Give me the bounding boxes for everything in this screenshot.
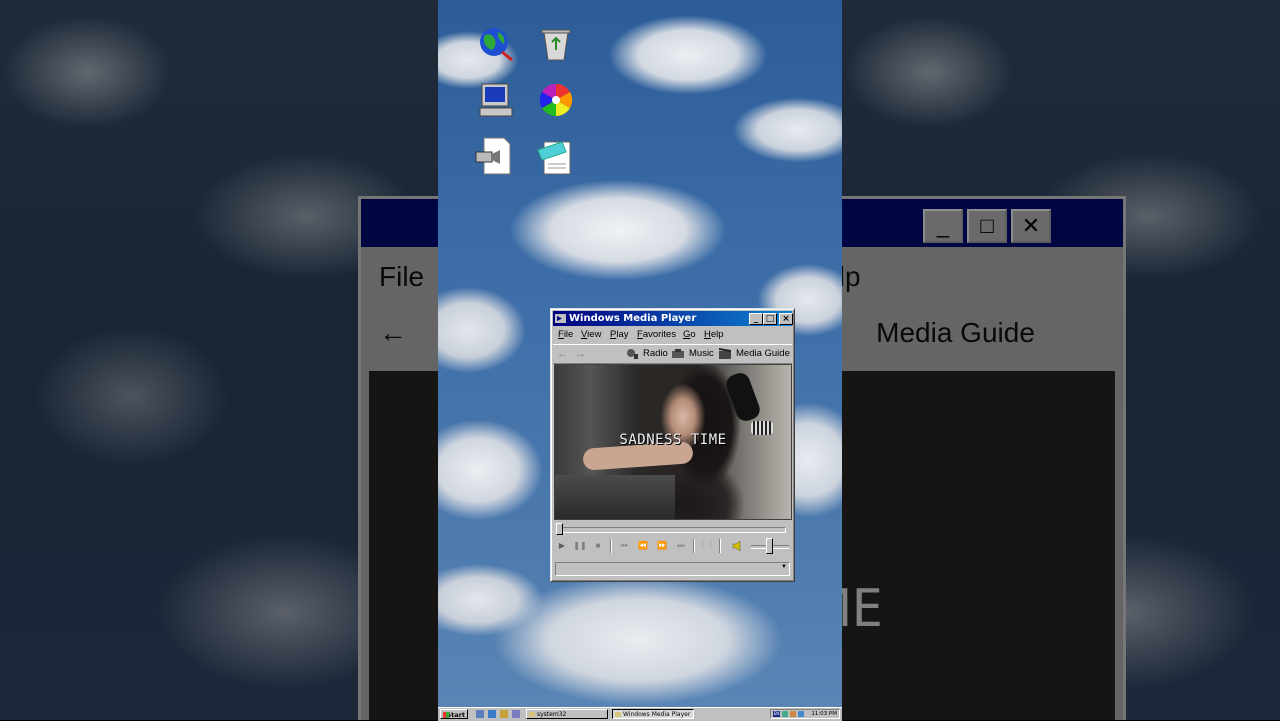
menu-view[interactable]: View	[581, 329, 601, 340]
toolbar: ← → Radio Music Media Guide	[553, 344, 792, 364]
playlist-icon[interactable]: ⋮⋮	[699, 540, 715, 552]
window-title: Windows Media Player	[569, 313, 697, 324]
ghost-media-guide: Media Guide	[876, 317, 1035, 348]
quicklaunch-desktop-icon[interactable]	[476, 710, 484, 718]
menu-file[interactable]: File	[558, 329, 573, 340]
status-bar[interactable]: ▼	[555, 562, 790, 576]
volume-icon[interactable]	[731, 539, 745, 553]
ghost-titlebar-left	[361, 199, 438, 247]
maximize-button[interactable]: □	[763, 313, 777, 325]
ghost-window-left: File ←	[358, 196, 438, 720]
fast-forward-button[interactable]: ⏩	[655, 540, 669, 552]
ghost-maximize-icon: □	[967, 209, 1007, 243]
media-file-icon[interactable]	[474, 136, 514, 176]
taskbar: Start system32 Windows Media Player EN 1…	[438, 707, 842, 721]
quicklaunch-folder-icon[interactable]	[500, 710, 508, 718]
quicklaunch-media-icon[interactable]	[512, 710, 520, 718]
music-icon	[672, 349, 684, 358]
media-player-icon	[555, 314, 566, 323]
language-indicator[interactable]: EN	[773, 711, 780, 717]
task-system32[interactable]: system32	[526, 709, 608, 719]
menu-play[interactable]: Play	[610, 329, 629, 340]
task-windows-media-player[interactable]: Windows Media Player	[612, 709, 694, 719]
background-left-blur: File ←	[0, 0, 438, 720]
tray-monitor-icon[interactable]	[798, 711, 804, 717]
recycle-bin-icon[interactable]	[536, 24, 576, 64]
radio-link[interactable]: Radio	[643, 348, 668, 359]
video-caption: SADNESS TIME	[619, 432, 727, 448]
skip-back-button[interactable]: ⏮	[617, 540, 631, 552]
tray-volume-icon[interactable]	[790, 711, 796, 717]
back-arrow-icon[interactable]: ←	[557, 348, 568, 360]
video-car-window	[555, 475, 675, 519]
ghost-close-icon: ✕	[1011, 209, 1051, 243]
forward-arrow-icon[interactable]: →	[575, 348, 586, 360]
chevron-down-icon[interactable]: ▼	[781, 564, 787, 570]
seek-bar[interactable]	[556, 527, 786, 533]
playback-controls: ▶ ❚❚ ■ ⏮ ⏪ ⏩ ⏭ ⋮⋮	[555, 538, 790, 554]
ghost-window-right: _ □ ✕ Help sic Media Guide IME	[842, 196, 1126, 720]
radio-icon	[627, 349, 638, 359]
menu-favorites[interactable]: Favorites	[637, 329, 676, 340]
desktop: Windows Media Player _ □ × File View Pla…	[438, 0, 842, 720]
seek-thumb[interactable]	[556, 523, 563, 535]
ghost-back-arrow-icon: ←	[379, 317, 407, 348]
separator	[610, 539, 612, 553]
play-button[interactable]: ▶	[555, 540, 569, 552]
system-tray: EN 11:03 PM	[770, 709, 840, 719]
music-link[interactable]: Music	[689, 348, 714, 359]
volume-slider[interactable]	[766, 538, 773, 554]
media-player-window[interactable]: Windows Media Player _ □ × File View Pla…	[550, 308, 795, 582]
rewind-button[interactable]: ⏪	[636, 540, 650, 552]
menu-help[interactable]: Help	[704, 329, 724, 340]
computer-icon[interactable]	[476, 80, 516, 120]
clock[interactable]: 11:03 PM	[811, 710, 837, 718]
ghost-menu-left: File	[379, 261, 425, 292]
title-bar[interactable]: Windows Media Player _ □ ×	[553, 311, 793, 326]
globe-icon[interactable]	[476, 24, 516, 64]
ghost-minimize-icon: _	[923, 209, 963, 243]
ghost-toolbar-right: sic Media Guide	[842, 307, 1123, 359]
background-right-blur: _ □ ✕ Help sic Media Guide IME	[842, 0, 1280, 720]
menu-bar: File View Play Favorites Go Help	[555, 328, 790, 342]
ghost-video-left	[369, 371, 438, 720]
start-button[interactable]: Start	[440, 709, 468, 719]
pause-button[interactable]: ❚❚	[573, 540, 587, 552]
video-glove	[723, 370, 763, 424]
quicklaunch-browser-icon[interactable]	[488, 710, 496, 718]
minimize-button[interactable]: _	[749, 313, 763, 325]
menu-go[interactable]: Go	[683, 329, 696, 340]
skip-forward-button[interactable]: ⏭	[674, 540, 688, 552]
ghost-video-right: IME	[842, 371, 1115, 720]
stop-button[interactable]: ■	[591, 540, 605, 552]
close-button[interactable]: ×	[779, 313, 793, 325]
video-area[interactable]: SADNESS TIME	[554, 364, 792, 520]
color-wheel-icon[interactable]	[536, 80, 576, 120]
media-guide-link[interactable]: Media Guide	[736, 348, 790, 359]
ghost-caption-right: IME	[842, 579, 885, 639]
ghost-titlebar-right: _ □ ✕	[842, 199, 1123, 247]
tray-network-icon[interactable]	[782, 711, 788, 717]
separator	[693, 539, 695, 553]
ghost-menu-right: Help	[842, 261, 861, 292]
notepad-icon[interactable]	[536, 136, 576, 176]
separator	[719, 539, 721, 553]
media-guide-icon	[719, 348, 731, 359]
